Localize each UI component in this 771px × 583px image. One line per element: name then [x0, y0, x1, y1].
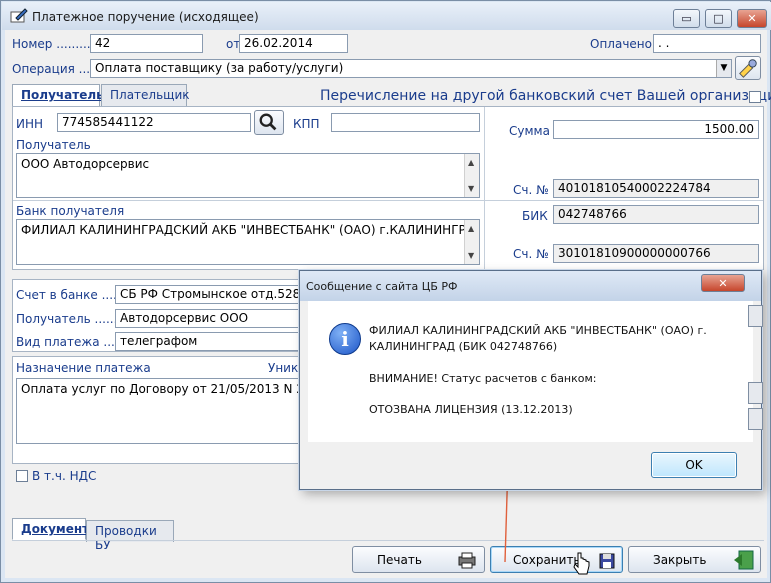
recipient-name-field[interactable]: ООО Автодорсервис ▲ ▼: [16, 153, 480, 198]
bik-field[interactable]: 042748766: [553, 205, 759, 224]
paid-field[interactable]: . .: [653, 34, 761, 53]
recipient-name-label: Получатель: [16, 138, 91, 152]
dialog-message-line2: КАЛИНИНГРАД (БИК 042748766): [369, 340, 558, 353]
close-button[interactable]: ✕: [737, 9, 767, 28]
lookup-button[interactable]: [735, 56, 761, 80]
tab-recipient[interactable]: Получатель: [12, 84, 104, 106]
corr-account-label: Сч. №: [513, 247, 549, 261]
dialog-close-icon: ✕: [718, 276, 728, 290]
window-title: Платежное поручение (исходящее): [32, 10, 259, 24]
payment-type-label: Вид платежа ......: [16, 335, 126, 349]
inn-search-button[interactable]: [254, 110, 284, 135]
account-field[interactable]: 40101810540002224784: [553, 179, 759, 198]
vat-checkbox[interactable]: [16, 470, 28, 482]
tab-postings[interactable]: Проводки БУ: [86, 520, 174, 552]
inn-field[interactable]: 774585441122: [57, 113, 251, 132]
close-form-label: Закрыть: [653, 552, 707, 567]
close-form-button[interactable]: Закрыть: [628, 546, 761, 573]
bik-label: БИК: [522, 209, 548, 223]
number-label: Номер ..........: [12, 37, 95, 51]
payment-type-field[interactable]: телеграфом: [115, 332, 300, 351]
minimize-icon: ▭: [681, 12, 692, 25]
panel-divider: [484, 107, 485, 269]
bank-text: ФИЛИАЛ КАЛИНИНГРАДСКИЙ АКБ "ИНВЕСТБАНК" …: [21, 223, 480, 237]
mouse-cursor-icon: [573, 552, 590, 575]
operation-select[interactable]: Оплата поставщику (за работу/услуги): [90, 59, 732, 78]
save-icon: [599, 553, 615, 569]
sum-field[interactable]: 1500.00: [553, 120, 759, 139]
receiver-label: Получатель .........: [16, 312, 129, 326]
transfer-checkbox[interactable]: [749, 91, 761, 103]
info-icon: i: [329, 323, 361, 355]
kpp-field[interactable]: [331, 113, 480, 132]
inn-label: ИНН: [16, 117, 44, 131]
transfer-label: Перечисление на другой банковский счет В…: [320, 88, 771, 104]
exit-icon: [734, 550, 754, 570]
lookup-icon: [739, 59, 757, 78]
dialog-title-bar: Сообщение с сайта ЦБ РФ ✕: [300, 271, 761, 301]
tab-payer[interactable]: Плательщик: [101, 84, 190, 106]
dialog-close-button[interactable]: ✕: [701, 274, 745, 292]
side-button-1[interactable]: [748, 305, 763, 327]
panel-divider-h: [13, 200, 484, 201]
bottom-divider: [12, 540, 764, 541]
dialog-message-line4: ОТОЗВАНА ЛИЦЕНЗИЯ (13.12.2013): [369, 403, 573, 416]
bank-account-label: Счет в банке ......: [16, 288, 125, 302]
dialog-message-line1: ФИЛИАЛ КАЛИНИНГРАДСКИЙ АКБ "ИНВЕСТБАНК" …: [369, 324, 707, 337]
side-button-2[interactable]: [748, 382, 763, 404]
app-icon: [10, 8, 28, 23]
bank-label: Банк получателя: [16, 204, 125, 218]
amount-divider: [485, 200, 763, 201]
tab-document[interactable]: Документ: [12, 518, 89, 540]
purpose-field[interactable]: Оплата услуг по Договору от 21/05/2013 N…: [16, 378, 302, 444]
bank-field[interactable]: ФИЛИАЛ КАЛИНИНГРАДСКИЙ АКБ "ИНВЕСТБАНК" …: [16, 219, 480, 265]
kpp-label: КПП: [293, 117, 320, 131]
account-label: Сч. №: [513, 183, 549, 197]
restore-icon: □: [713, 12, 724, 25]
paid-label: Оплачено: [590, 37, 652, 51]
minimize-button[interactable]: ▭: [673, 9, 700, 28]
purpose-label: Назначение платежа: [16, 361, 151, 375]
printer-icon: [458, 552, 476, 569]
date-field[interactable]: 26.02.2014: [239, 34, 348, 53]
vat-label: В т.ч. НДС: [32, 469, 97, 483]
print-button[interactable]: Печать: [352, 546, 485, 573]
dialog-message-line3: ВНИМАНИЕ! Статус расчетов с банком:: [369, 372, 597, 385]
dropdown-arrow-icon[interactable]: ▼: [716, 60, 731, 77]
recipient-name-scrollbar[interactable]: ▲ ▼: [464, 154, 479, 197]
recipient-name-text: ООО Автодорсервис: [21, 157, 150, 171]
side-button-3[interactable]: [748, 408, 763, 430]
dialog-body: i ФИЛИАЛ КАЛИНИНГРАДСКИЙ АКБ "ИНВЕСТБАНК…: [308, 301, 753, 442]
sum-label: Сумма: [509, 124, 550, 138]
dialog-ok-label: OK: [685, 458, 703, 472]
bank-scrollbar[interactable]: ▲ ▼: [464, 220, 479, 264]
print-label: Печать: [377, 552, 422, 567]
title-bar: Платежное поручение (исходящее) ▭ □ ✕: [2, 2, 771, 30]
bank-account-field[interactable]: СБ РФ Стромынское отд.5281: [115, 285, 300, 304]
operation-label: Операция ......: [12, 62, 102, 76]
dialog-ok-button[interactable]: OK: [651, 452, 737, 478]
restore-button[interactable]: □: [705, 9, 732, 28]
dialog-title: Сообщение с сайта ЦБ РФ: [306, 280, 458, 293]
purpose-text: Оплата услуг по Договору от 21/05/2013 N…: [21, 382, 302, 396]
message-dialog: Сообщение с сайта ЦБ РФ ✕ i ФИЛИАЛ КАЛИН…: [299, 270, 762, 490]
corr-account-field[interactable]: 30101810900000000766: [553, 244, 759, 263]
search-icon: [259, 113, 277, 131]
receiver-field[interactable]: Автодорсервис ООО: [115, 309, 300, 328]
number-field[interactable]: 42: [90, 34, 203, 53]
close-icon: ✕: [747, 12, 757, 25]
